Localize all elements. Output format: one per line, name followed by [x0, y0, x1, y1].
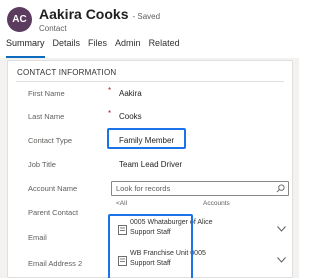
tab-summary[interactable]: Summary	[6, 38, 45, 58]
search-icon[interactable]	[276, 184, 285, 193]
last-name-field[interactable]: Cooks	[119, 112, 142, 121]
parent-contact-label: Parent Contact	[28, 208, 79, 217]
record-header: AC Aakira Cooks - Saved Contact	[0, 0, 299, 36]
first-name-required-marker: *	[108, 86, 112, 95]
last-name-required-marker: *	[108, 109, 112, 118]
tab-related[interactable]: Related	[149, 38, 180, 58]
section-divider	[16, 81, 284, 82]
lookup-placeholder: Look for records	[116, 184, 171, 193]
avatar: AC	[7, 7, 32, 32]
email-address-2-label: Email Address 2	[28, 259, 83, 268]
record-title: Aakira Cooks - Saved	[39, 6, 160, 22]
job-title-field[interactable]: Team Lead Driver	[119, 160, 182, 169]
lookup-filter-bar: <All Accounts	[111, 199, 289, 211]
section-title: CONTACT INFORMATION	[17, 68, 117, 77]
first-name-field[interactable]: Aakira	[119, 89, 142, 98]
lookup-filter-entity: Accounts	[203, 200, 230, 207]
contact-type-highlight	[107, 128, 186, 149]
lookup-filter-all[interactable]: <All	[116, 200, 127, 207]
account-name-lookup-input[interactable]: Look for records	[111, 181, 289, 196]
job-title-label: Job Title	[28, 160, 56, 169]
contact-type-label: Contact Type	[28, 136, 73, 145]
chevron-down-icon[interactable]	[277, 226, 286, 232]
tab-details[interactable]: Details	[53, 38, 81, 58]
tab-files[interactable]: Files	[88, 38, 107, 58]
tab-bar: Summary Details Files Admin Related	[6, 38, 180, 58]
saved-status: - Saved	[132, 12, 161, 21]
last-name-label: Last Name	[28, 112, 65, 121]
chevron-down-icon[interactable]	[277, 257, 286, 263]
lookup-results-highlight	[108, 214, 193, 278]
contact-information-section: CONTACT INFORMATION First Name * Aakira …	[7, 60, 293, 278]
record-name: Aakira Cooks	[39, 6, 129, 22]
first-name-label: First Name	[28, 89, 65, 98]
email-label: Email	[28, 233, 47, 242]
record-type: Contact	[39, 24, 67, 33]
account-name-label: Account Name	[28, 184, 78, 193]
tab-admin[interactable]: Admin	[115, 38, 141, 58]
